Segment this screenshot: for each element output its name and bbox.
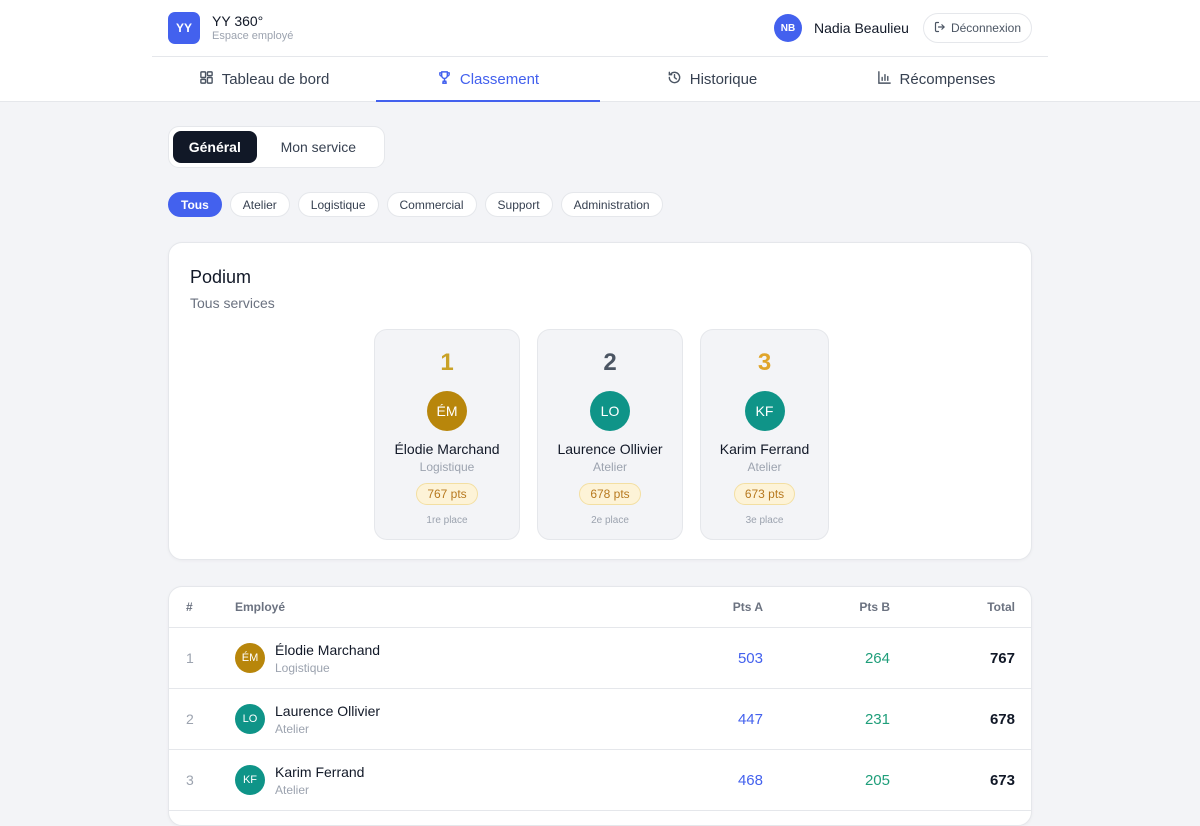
- table-row[interactable]: 1 ÉM Élodie Marchand Logistique 503 264 …: [169, 628, 1031, 689]
- tab-historique[interactable]: Historique: [600, 57, 824, 102]
- podium-name: Karim Ferrand: [719, 441, 810, 457]
- podium-entry-3[interactable]: 3 KF Karim Ferrand Atelier 673 pts 3e pl…: [700, 329, 829, 540]
- logout-icon: [934, 21, 946, 36]
- filter-commercial[interactable]: Commercial: [386, 192, 477, 217]
- tab-label: Classement: [459, 71, 540, 88]
- tab-tableau-de-bord[interactable]: Tableau de bord: [152, 57, 376, 102]
- main-nav: Tableau de bord Classement Historique Ré…: [152, 57, 1048, 102]
- header-total[interactable]: Total: [987, 600, 1015, 614]
- row-pts-b: 205: [864, 772, 890, 789]
- points-badge: 767 pts: [416, 483, 478, 505]
- avatar: ÉM: [235, 643, 265, 673]
- department-filters: Tous Atelier Logistique Commercial Suppo…: [168, 192, 663, 217]
- dashboard-icon: [199, 70, 214, 89]
- table-row[interactable]: 3 KF Karim Ferrand Atelier 468 205 673: [169, 750, 1031, 811]
- app-subtitle: Espace employé: [212, 30, 294, 42]
- row-rank: 2: [186, 711, 194, 727]
- history-icon: [667, 70, 682, 89]
- podium-row: 1 ÉM Élodie Marchand Logistique 767 pts …: [374, 329, 829, 540]
- row-department: Atelier: [275, 722, 310, 736]
- row-total: 678: [989, 711, 1015, 728]
- tab-label: Tableau de bord: [221, 71, 330, 88]
- row-rank: 3: [186, 772, 194, 788]
- podium-subtitle: Tous services: [190, 295, 275, 311]
- row-department: Logistique: [275, 661, 330, 675]
- filter-administration[interactable]: Administration: [560, 192, 663, 217]
- filter-support[interactable]: Support: [484, 192, 553, 217]
- tab-label: Historique: [689, 71, 758, 88]
- podium-place: 3e place: [745, 515, 784, 526]
- podium-place: 1re place: [426, 515, 468, 526]
- row-total: 767: [989, 650, 1015, 667]
- row-department: Atelier: [275, 783, 310, 797]
- header-pts-a[interactable]: Pts A: [733, 600, 763, 614]
- row-name: Laurence Ollivier: [275, 703, 381, 719]
- podium-department: Atelier: [592, 460, 627, 474]
- avatar: LO: [590, 391, 630, 431]
- app-name: YY 360°: [212, 13, 264, 29]
- filter-atelier[interactable]: Atelier: [229, 192, 290, 217]
- points-badge: 678 pts: [579, 483, 641, 505]
- user-avatar[interactable]: NB: [773, 14, 802, 42]
- header-pts-b[interactable]: Pts B: [859, 600, 890, 614]
- ranking-table: # Employé Pts A Pts B Total 1 ÉM Élodie …: [168, 586, 1032, 826]
- row-total: 673: [989, 772, 1015, 789]
- scope-toggle: Général Mon service: [168, 126, 385, 168]
- scope-my-service-button[interactable]: Mon service: [257, 131, 380, 163]
- header-rank: #: [186, 600, 193, 614]
- scope-general-button[interactable]: Général: [173, 131, 257, 163]
- podium-title: Podium: [190, 267, 252, 287]
- table-header: # Employé Pts A Pts B Total: [169, 587, 1031, 628]
- app-logo: YY: [168, 12, 200, 44]
- row-pts-b: 264: [864, 650, 890, 667]
- chart-bar-icon: [877, 70, 892, 89]
- row-pts-a: 503: [737, 650, 763, 667]
- podium-rank: 1: [440, 349, 454, 376]
- user-area: NB Nadia Beaulieu Déconnexion: [773, 13, 1032, 43]
- row-pts-a: 447: [737, 711, 763, 728]
- avatar: KF: [744, 391, 785, 431]
- trophy-icon: [437, 70, 452, 89]
- header: YY YY 360° Espace employé NB Nadia Beaul…: [168, 0, 1032, 56]
- podium-department: Logistique: [419, 460, 475, 474]
- podium-place: 2e place: [591, 515, 629, 526]
- table-row[interactable]: 2 LO Laurence Ollivier Atelier 447 231 6…: [169, 689, 1031, 750]
- filter-tous[interactable]: Tous: [168, 192, 222, 217]
- logout-button[interactable]: Déconnexion: [922, 13, 1032, 43]
- tab-classement[interactable]: Classement: [376, 57, 600, 102]
- brand: YY YY 360° Espace employé: [168, 12, 293, 44]
- podium-rank: 2: [603, 349, 617, 376]
- avatar: ÉM: [427, 391, 467, 431]
- logout-label: Déconnexion: [950, 21, 1021, 35]
- row-pts-b: 231: [864, 711, 890, 728]
- row-rank: 1: [186, 650, 194, 666]
- avatar: KF: [235, 765, 265, 795]
- header-employee: Employé: [235, 600, 286, 614]
- podium-rank: 3: [757, 349, 772, 376]
- podium-card: Podium Tous services 1 ÉM Élodie Marchan…: [168, 242, 1032, 560]
- top-bar: YY YY 360° Espace employé NB Nadia Beaul…: [0, 0, 1200, 102]
- podium-entry-2[interactable]: 2 LO Laurence Ollivier Atelier 678 pts 2…: [537, 329, 683, 540]
- podium-name: Laurence Ollivier: [557, 441, 663, 457]
- row-name: Élodie Marchand: [275, 642, 381, 658]
- filter-logistique[interactable]: Logistique: [297, 192, 379, 217]
- podium-entry-1[interactable]: 1 ÉM Élodie Marchand Logistique 767 pts …: [374, 329, 520, 540]
- points-badge: 673 pts: [733, 483, 796, 505]
- avatar: LO: [235, 704, 265, 734]
- tab-label: Récompenses: [899, 71, 996, 88]
- podium-department: Atelier: [747, 460, 782, 474]
- podium-name: Élodie Marchand: [394, 441, 500, 457]
- row-name: Karim Ferrand: [275, 764, 365, 780]
- row-pts-a: 468: [737, 772, 763, 789]
- brand-text: YY 360° Espace employé: [212, 13, 293, 43]
- user-name: Nadia Beaulieu: [813, 20, 909, 36]
- tab-recompenses[interactable]: Récompenses: [824, 57, 1048, 102]
